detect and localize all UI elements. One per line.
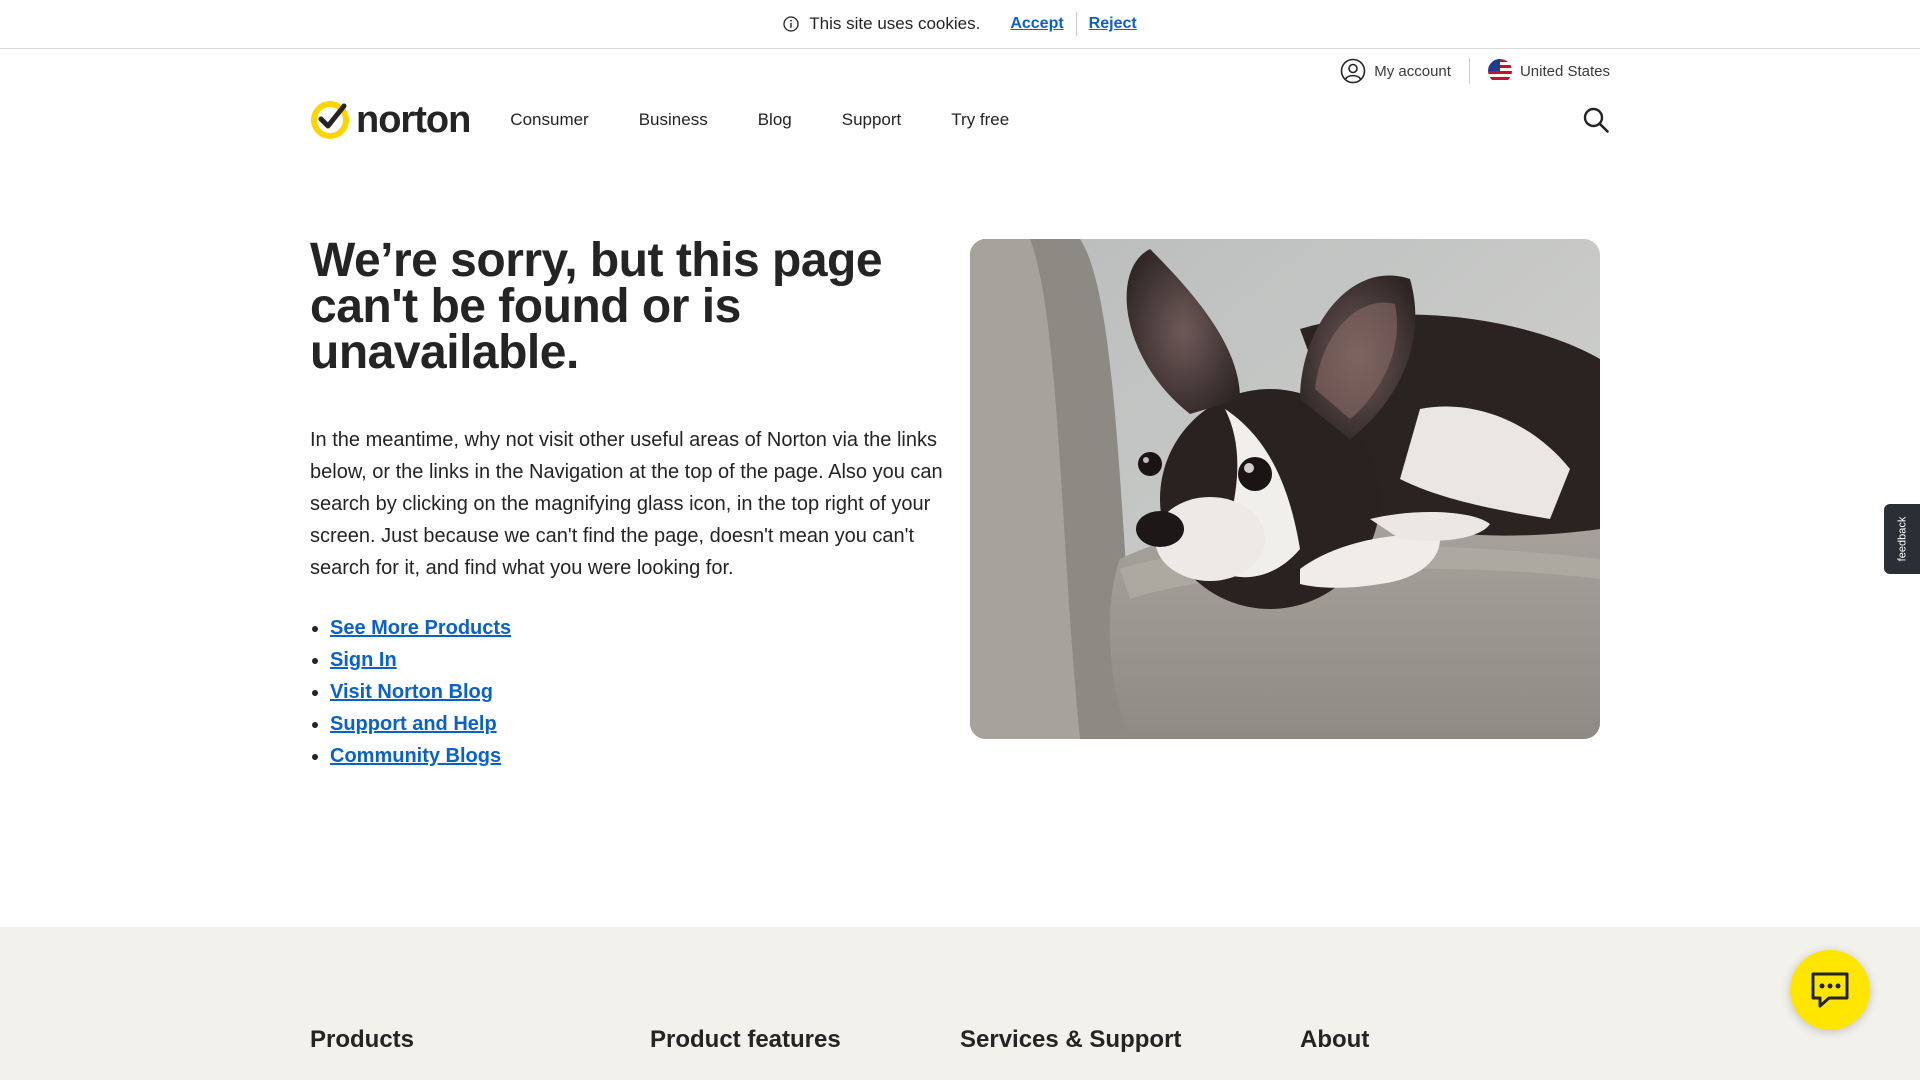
sad-dog-image [970, 239, 1600, 739]
norton-check-icon [311, 101, 349, 139]
footer-heading-services-support: Services & Support [960, 1026, 1182, 1053]
nav-blog[interactable]: Blog [758, 110, 792, 130]
chat-button[interactable] [1790, 950, 1870, 1030]
account-icon [1340, 58, 1366, 84]
list-item: Visit Norton Blog [330, 676, 946, 708]
helpful-links-list: See More Products Sign In Visit Norton B… [310, 612, 946, 772]
community-blogs-link[interactable]: Community Blogs [330, 745, 501, 767]
feedback-tab[interactable]: feedback [1884, 504, 1920, 574]
reject-cookies-link[interactable]: Reject [1089, 15, 1137, 33]
nav-links: Consumer Business Blog Support Try free [510, 110, 1009, 130]
region-selector[interactable]: United States [1487, 59, 1610, 83]
divider [1468, 58, 1470, 84]
flag-icon [1487, 59, 1512, 83]
chat-icon [1811, 972, 1849, 1008]
divider [1075, 12, 1077, 36]
support-and-help-link[interactable]: Support and Help [330, 713, 497, 735]
region-label: United States [1519, 62, 1610, 80]
footer: Products Product features Services & Sup… [0, 927, 1920, 1080]
error-description: In the meantime, why not visit other use… [310, 429, 943, 579]
footer-heading-product-features: Product features [650, 1026, 841, 1053]
page-title: We’re sorry, but this page can't be foun… [310, 234, 883, 379]
feedback-label: feedback [1896, 516, 1908, 562]
list-item: See More Products [330, 612, 946, 644]
visit-norton-blog-link[interactable]: Visit Norton Blog [330, 681, 493, 703]
footer-heading-about: About [1300, 1026, 1370, 1053]
nav-consumer[interactable]: Consumer [510, 110, 588, 130]
info-icon [783, 16, 799, 32]
list-item: Sign In [330, 644, 946, 676]
sign-in-link[interactable]: Sign In [330, 649, 397, 671]
see-more-products-link[interactable]: See More Products [330, 617, 511, 639]
cookie-text: This site uses cookies. [809, 14, 981, 33]
my-account-label: My account [1374, 62, 1451, 80]
norton-logo[interactable]: norton [310, 98, 471, 142]
cookie-banner: This site uses cookies. Accept Reject [0, 0, 1920, 49]
list-item: Community Blogs [330, 740, 946, 772]
nav-support[interactable]: Support [842, 110, 902, 130]
my-account-link[interactable]: My account [1340, 58, 1451, 84]
logo-text: norton [356, 98, 471, 141]
search-icon[interactable] [1582, 106, 1610, 134]
error-content: We’re sorry, but this page can't be foun… [310, 234, 946, 772]
accept-cookies-link[interactable]: Accept [1010, 15, 1063, 33]
nav-business[interactable]: Business [639, 110, 708, 130]
nav-try-free[interactable]: Try free [951, 110, 1009, 130]
list-item: Support and Help [330, 708, 946, 740]
main-nav: norton Consumer Business Blog Support Tr… [310, 96, 1610, 144]
utility-nav: My account United States [1340, 58, 1610, 84]
footer-heading-products: Products [310, 1026, 415, 1053]
